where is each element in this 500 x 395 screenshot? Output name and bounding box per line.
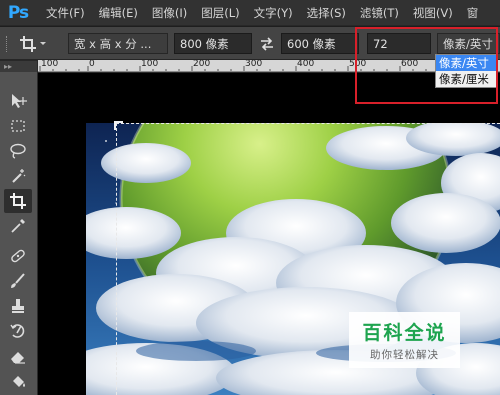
menu-file[interactable]: 文件(F) (46, 5, 85, 21)
swap-dimensions-button[interactable] (258, 33, 276, 54)
paint-bucket-icon (13, 376, 25, 387)
healing-brush-icon (11, 249, 25, 263)
menu-type[interactable]: 文字(Y) (254, 5, 293, 21)
photoshop-window: Ps 文件(F) 编辑(E) 图像(I) 图层(L) 文字(Y) 选择(S) 滤… (0, 0, 500, 395)
crop-icon (10, 193, 26, 209)
menu-select[interactable]: 选择(S) (307, 5, 346, 21)
ruler-label: 300 (245, 60, 263, 69)
crop-marquee-left-edge[interactable] (116, 123, 117, 395)
watermark-subtitle: 助你轻松解决 (370, 349, 439, 361)
highlight-box (355, 27, 498, 104)
ps-logo: Ps (7, 2, 29, 23)
brush-tool[interactable] (4, 269, 32, 293)
menu-layer[interactable]: 图层(L) (201, 5, 239, 21)
menu-edit[interactable]: 编辑(E) (99, 5, 138, 21)
eyedropper-icon (11, 219, 25, 233)
clone-stamp-tool[interactable] (4, 294, 32, 318)
menu-image[interactable]: 图像(I) (152, 5, 187, 21)
brush-icon (11, 273, 25, 288)
move-tool[interactable] (4, 89, 32, 113)
menu-window[interactable]: 窗 (467, 5, 479, 21)
options-grip[interactable] (6, 36, 8, 52)
rect-marquee-icon (11, 120, 25, 132)
eraser-icon (11, 352, 25, 364)
crop-handle-top-left[interactable] (114, 121, 123, 130)
clone-stamp-icon (12, 299, 24, 313)
height-input[interactable]: 600 像素 (281, 33, 359, 54)
menu-view[interactable]: 视图(V) (413, 5, 453, 21)
crop-preset-picker[interactable] (18, 33, 60, 54)
tools-panel: ▸▸ (0, 61, 38, 395)
history-brush-icon (10, 324, 25, 338)
ruler-label: 400 (297, 60, 315, 69)
lasso-icon (10, 143, 26, 159)
move-icon (12, 94, 27, 108)
ruler-label: 0 (89, 60, 95, 69)
crop-tool[interactable] (4, 189, 32, 213)
width-value: 800 像素 (180, 36, 229, 51)
watermark: 百科全说 助你轻松解决 (349, 312, 460, 368)
ruler-label: 200 (193, 60, 211, 69)
swap-icon (261, 36, 273, 51)
ratio-preset-value: 宽 x 高 x 分 ... (74, 36, 152, 51)
width-input[interactable]: 800 像素 (174, 33, 252, 54)
eyedropper-tool[interactable] (4, 214, 32, 238)
ruler-label: 100 (141, 60, 159, 69)
height-value: 600 像素 (287, 36, 336, 51)
eraser-tool[interactable] (4, 344, 32, 368)
tools-panel-header[interactable]: ▸▸ (0, 61, 37, 72)
healing-brush-tool[interactable] (4, 244, 32, 268)
watermark-title: 百科全说 (362, 322, 447, 344)
menu-bar: Ps 文件(F) 编辑(E) 图像(I) 图层(L) 文字(Y) 选择(S) 滤… (0, 0, 500, 25)
crop-icon (20, 35, 46, 52)
ruler-label: 100 (41, 60, 59, 69)
magic-wand-icon (12, 169, 26, 183)
lasso-tool[interactable] (4, 139, 32, 163)
magic-wand-tool[interactable] (4, 164, 32, 188)
paint-bucket-tool[interactable] (4, 369, 32, 393)
menu-filter[interactable]: 滤镜(T) (360, 5, 399, 21)
ratio-preset-select[interactable]: 宽 x 高 x 分 ... (68, 33, 168, 54)
crop-marquee-top-edge[interactable] (116, 123, 500, 124)
rect-marquee-tool[interactable] (4, 114, 32, 138)
history-brush-tool[interactable] (4, 319, 32, 343)
